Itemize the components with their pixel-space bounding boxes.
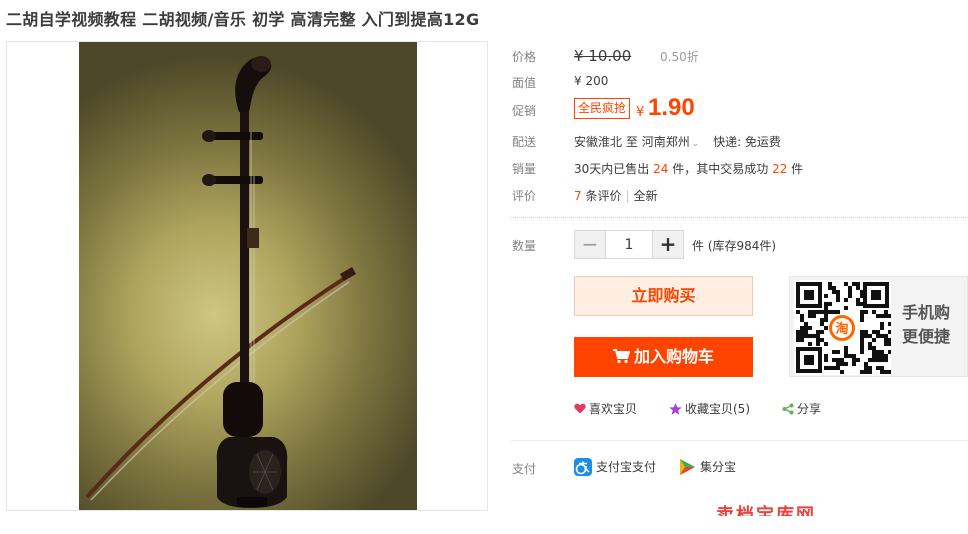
- share-icon: [782, 403, 794, 414]
- add-to-cart-label: 加入购物车: [633, 347, 714, 366]
- decrease-button[interactable]: −: [575, 231, 605, 258]
- favorite-button[interactable]: 收藏宝贝(5): [669, 400, 750, 417]
- condition-text: 全新: [633, 189, 658, 203]
- sales-label: 销量: [512, 162, 537, 176]
- share-button[interactable]: 分享: [782, 400, 821, 417]
- success-count: 22: [772, 162, 788, 176]
- payment-label: 支付: [512, 462, 537, 476]
- reviews-label: 评价: [512, 189, 537, 203]
- express-fee: 快递: 免运费: [713, 135, 781, 149]
- destination-select[interactable]: 河南郑州 ⌄: [642, 135, 700, 149]
- review-link[interactable]: 7 条评价: [574, 189, 621, 203]
- sold-count: 24: [653, 162, 669, 176]
- alipay-icon: [574, 457, 592, 476]
- quantity-stepper: − +: [574, 230, 684, 259]
- discount-text: 0.50折: [660, 50, 699, 64]
- chevron-down-icon: ⌄: [691, 139, 700, 149]
- shipping-label: 配送: [512, 135, 537, 149]
- product-gallery: [6, 41, 488, 511]
- like-button[interactable]: 喜欢宝贝: [574, 400, 637, 417]
- quantity-label: 数量: [512, 239, 537, 253]
- sales-info: 30天内已售出 24 件，其中交易成功 22 件: [574, 162, 804, 176]
- promo-currency: ¥: [636, 105, 645, 120]
- promo-tag: 全民疯抢: [574, 98, 631, 119]
- product-title: 二胡自学视频教程 二胡视频/音乐 初学 高清完整 入门到提高12G: [6, 10, 480, 29]
- section-heading: 卖档宝库网: [716, 505, 816, 516]
- price-label: 价格: [512, 50, 537, 64]
- face-value: ¥ 200: [574, 74, 609, 88]
- svg-text:淘: 淘: [835, 321, 848, 337]
- qr-code-icon: 淘: [794, 280, 892, 375]
- shipping-info: 安徽淮北 至 河南郑州 ⌄ 快递: 免运费: [574, 133, 781, 150]
- mobile-promo-text: 手机购 更便捷: [902, 303, 951, 346]
- face-value-label: 面值: [512, 76, 537, 90]
- increase-button[interactable]: +: [653, 231, 683, 258]
- promo-label: 促销: [512, 104, 537, 118]
- heart-icon: [574, 403, 586, 414]
- shipping-origin: 安徽淮北: [574, 135, 623, 149]
- divider: [511, 217, 968, 218]
- buy-now-button[interactable]: 立即购买: [574, 276, 753, 316]
- alipay-method: 支付宝支付: [574, 457, 656, 476]
- mobile-qr-panel[interactable]: 淘 手机购 更便捷: [789, 276, 968, 377]
- product-image[interactable]: [79, 42, 417, 510]
- erhu-illustration: [85, 56, 357, 508]
- jifenbao-method: 集分宝: [679, 458, 736, 476]
- promo-price: 1.90: [648, 94, 695, 121]
- reviews-info: 7 条评价 | 全新: [574, 189, 658, 203]
- shipping-to-word: 至: [625, 135, 638, 149]
- cart-icon: [612, 348, 630, 363]
- divider: [511, 440, 968, 441]
- add-to-cart-button[interactable]: 加入购物车: [574, 337, 753, 377]
- stock-text: 件 (库存984件): [692, 239, 777, 253]
- star-icon: [669, 402, 682, 415]
- original-price: ¥ 10.00: [574, 47, 632, 65]
- quantity-input[interactable]: [605, 231, 653, 258]
- jifenbao-icon: [680, 458, 695, 475]
